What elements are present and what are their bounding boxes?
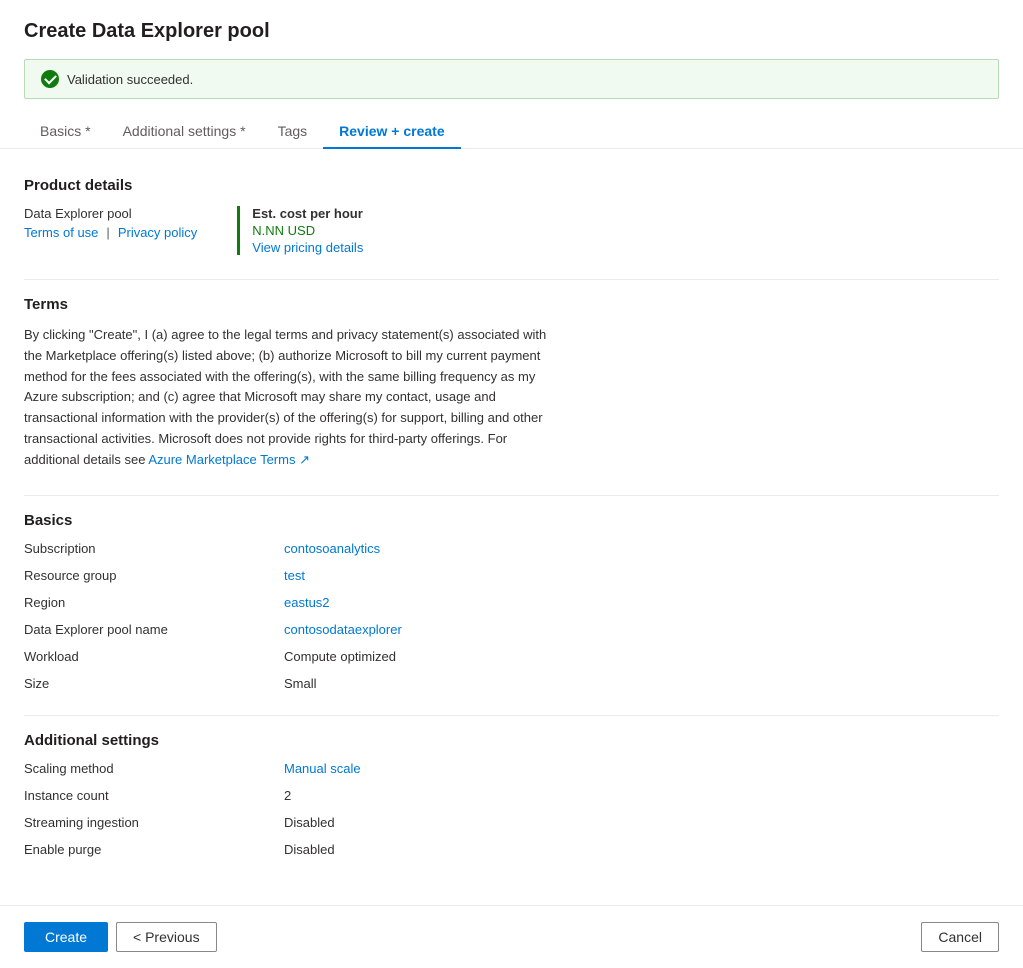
page-title: Create Data Explorer pool: [0, 0, 1023, 43]
product-cost-box: Est. cost per hour N.NN USD View pricing…: [237, 206, 363, 255]
tab-basics[interactable]: Basics *: [24, 115, 107, 149]
basics-pool-name-label: Data Explorer pool name: [24, 622, 284, 637]
basics-section: Basics Subscription contosoanalytics Res…: [24, 512, 999, 691]
product-details-title: Product details: [24, 177, 999, 194]
product-links: Terms of use | Privacy policy: [24, 225, 197, 240]
terms-of-use-link[interactable]: Terms of use: [24, 225, 98, 240]
instance-count-label: Instance count: [24, 788, 284, 803]
basics-rg-label: Resource group: [24, 568, 284, 583]
azure-marketplace-link[interactable]: Azure Marketplace Terms ↗: [148, 452, 310, 467]
additional-settings-grid: Scaling method Manual scale Instance cou…: [24, 761, 999, 857]
terms-text-part1: By clicking "Create", I (a) agree to the…: [24, 327, 546, 467]
basics-grid: Subscription contosoanalytics Resource g…: [24, 541, 999, 691]
streaming-ingestion-label: Streaming ingestion: [24, 815, 284, 830]
main-content: Product details Data Explorer pool Terms…: [0, 149, 1023, 905]
cost-value: N.NN USD: [252, 223, 363, 238]
scaling-method-label: Scaling method: [24, 761, 284, 776]
cost-label: Est. cost per hour: [252, 206, 363, 221]
tab-review-create[interactable]: Review + create: [323, 115, 460, 149]
basics-workload-value: Compute optimized: [284, 649, 999, 664]
validation-check-icon: [41, 70, 59, 88]
instance-count-value: 2: [284, 788, 999, 803]
basics-rg-value: test: [284, 568, 999, 583]
privacy-policy-link[interactable]: Privacy policy: [118, 225, 197, 240]
basics-size-label: Size: [24, 676, 284, 691]
terms-text: By clicking "Create", I (a) agree to the…: [24, 325, 564, 471]
product-name-label: Data Explorer pool: [24, 206, 197, 221]
tab-additional-settings[interactable]: Additional settings *: [107, 115, 262, 149]
footer-left-actions: Create < Previous: [24, 922, 217, 952]
basics-title: Basics: [24, 512, 999, 529]
create-button[interactable]: Create: [24, 922, 108, 952]
validation-banner: Validation succeeded.: [24, 59, 999, 99]
enable-purge-value: Disabled: [284, 842, 999, 857]
cancel-button[interactable]: Cancel: [921, 922, 999, 952]
previous-button[interactable]: < Previous: [116, 922, 217, 952]
link-separator: |: [106, 225, 109, 240]
basics-subscription-label: Subscription: [24, 541, 284, 556]
basics-pool-name-value: contosodataexplorer: [284, 622, 999, 637]
divider-2: [24, 495, 999, 496]
scaling-method-value: Manual scale: [284, 761, 999, 776]
additional-settings-title: Additional settings: [24, 732, 999, 749]
basics-workload-label: Workload: [24, 649, 284, 664]
product-details-section: Product details Data Explorer pool Terms…: [24, 177, 999, 255]
tab-bar: Basics * Additional settings * Tags Revi…: [0, 115, 1023, 149]
basics-size-value: Small: [284, 676, 999, 691]
basics-region-label: Region: [24, 595, 284, 610]
terms-section: Terms By clicking "Create", I (a) agree …: [24, 296, 999, 471]
basics-region-value: eastus2: [284, 595, 999, 610]
validation-message: Validation succeeded.: [67, 72, 193, 87]
divider-3: [24, 715, 999, 716]
tab-tags[interactable]: Tags: [262, 115, 324, 149]
product-left: Data Explorer pool Terms of use | Privac…: [24, 206, 197, 255]
enable-purge-label: Enable purge: [24, 842, 284, 857]
streaming-ingestion-value: Disabled: [284, 815, 999, 830]
view-pricing-link[interactable]: View pricing details: [252, 240, 363, 255]
basics-subscription-value: contosoanalytics: [284, 541, 999, 556]
additional-settings-section: Additional settings Scaling method Manua…: [24, 732, 999, 857]
product-details-box: Data Explorer pool Terms of use | Privac…: [24, 206, 999, 255]
footer: Create < Previous Cancel: [0, 905, 1023, 968]
divider-1: [24, 279, 999, 280]
terms-title: Terms: [24, 296, 999, 313]
